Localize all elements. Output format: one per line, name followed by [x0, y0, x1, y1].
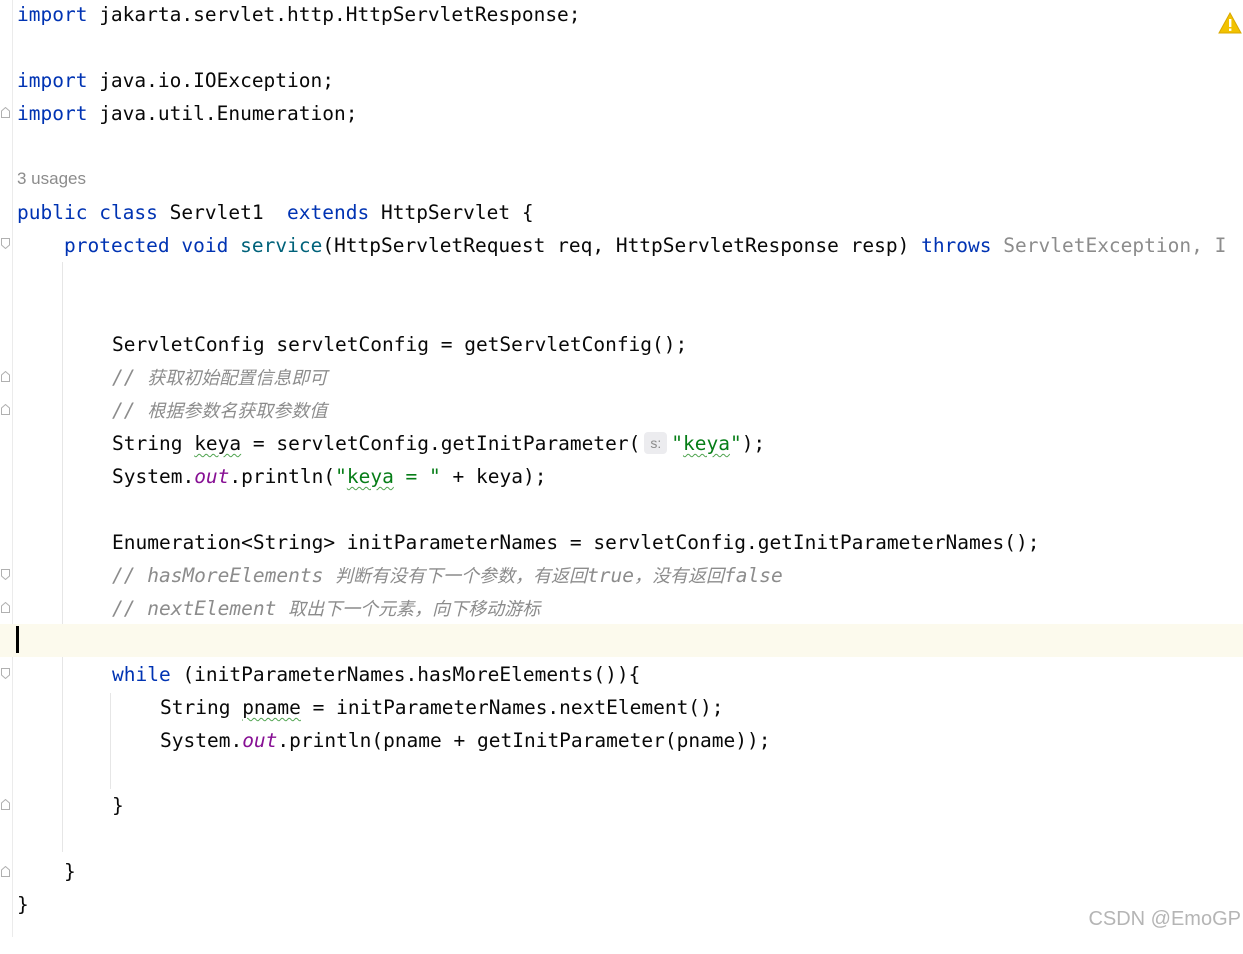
closing-brace: }	[64, 860, 76, 883]
current-line[interactable]	[0, 624, 1243, 657]
static-field: out	[242, 729, 278, 752]
code-text: System.	[160, 729, 243, 752]
code-text: = servletConfig.getInitParameter(	[241, 432, 641, 455]
comment: 获取初始配置信息即可	[147, 368, 328, 389]
code-text: + keya);	[440, 465, 547, 488]
closing-brace: }	[17, 893, 29, 916]
comment: true	[587, 564, 635, 587]
comment: //	[112, 366, 148, 389]
code-line[interactable]: }	[0, 789, 1243, 822]
code-text: String	[112, 432, 195, 455]
code-text: (HttpServletRequest req, HttpServletResp…	[322, 234, 922, 257]
keyword: throws	[921, 234, 992, 257]
code-text: (initParameterNames.hasMoreElements()){	[170, 663, 641, 686]
keyword: public	[17, 201, 88, 224]
code-line[interactable]: }	[0, 855, 1243, 888]
code-line[interactable]: import jakarta.servlet.http.HttpServletR…	[0, 0, 1243, 31]
exception-list: ServletException, I	[991, 234, 1227, 257]
code-text: HttpServlet {	[369, 201, 534, 224]
comment: 判断有没有下一个参数，有返回	[335, 566, 588, 587]
code-line[interactable]: while (initParameterNames.hasMoreElement…	[0, 658, 1243, 691]
code-line[interactable]: Enumeration<String> initParameterNames =…	[0, 526, 1243, 559]
keyword: extends	[287, 201, 370, 224]
keyword: protected	[64, 234, 170, 257]
keyword: import	[17, 3, 88, 26]
code-line[interactable]: // 获取初始配置信息即可	[0, 361, 1243, 394]
code-line[interactable]: String pname = initParameterNames.nextEl…	[0, 691, 1243, 724]
keyword: void	[181, 234, 229, 257]
text-caret	[16, 626, 19, 653]
keyword: while	[112, 663, 171, 686]
code-line[interactable]: import java.util.Enumeration;	[0, 97, 1243, 130]
keyword: import	[17, 69, 88, 92]
code-text: jakarta.servlet.http.HttpServletResponse…	[87, 3, 581, 26]
class-name: Servlet1	[157, 201, 288, 224]
comment: // nextElement	[112, 597, 289, 620]
code-line[interactable]: public class Servlet1 extends HttpServle…	[0, 196, 1243, 229]
code-text: );	[741, 432, 766, 455]
keyword: import	[17, 102, 88, 125]
string-literal: "keya"	[671, 432, 742, 455]
code-line[interactable]: System.out.println(pname + getInitParame…	[0, 724, 1243, 757]
code-line[interactable]: // hasMoreElements 判断有没有下一个参数，有返回true，没有…	[0, 559, 1243, 592]
code-text: Enumeration<String> initParameterNames =…	[112, 531, 1040, 554]
code-text: .println(pname + getInitParameter(pname)…	[277, 729, 771, 752]
code-text: java.io.IOException;	[87, 69, 334, 92]
code-line[interactable]: // 根据参数名获取参数值	[0, 394, 1243, 427]
code-line[interactable]: // nextElement 取出下一个元素，向下移动游标	[0, 592, 1243, 625]
keyword: class	[99, 201, 158, 224]
variable-name: pname	[242, 696, 301, 719]
code-text: System.	[112, 465, 195, 488]
code-line[interactable]: import java.io.IOException;	[0, 64, 1243, 97]
code-text: .println(	[229, 465, 336, 488]
parameter-hint: s:	[644, 432, 668, 454]
comment: 根据参数名获取参数值	[147, 401, 328, 422]
code-text: = initParameterNames.nextElement();	[300, 696, 724, 719]
comment: // hasMoreElements	[112, 564, 336, 587]
comment: ，没有返回	[634, 566, 725, 587]
watermark: CSDN @EmoGP	[1088, 908, 1241, 930]
code-text: String	[160, 696, 243, 719]
closing-brace: }	[112, 794, 124, 817]
code-line[interactable]: System.out.println("keya = " + keya);	[0, 460, 1243, 493]
method-name: service	[240, 234, 323, 257]
comment: false	[724, 564, 783, 587]
comment: //	[112, 399, 148, 422]
string-literal: "keya = "	[335, 465, 441, 488]
code-text: ServletConfig servletConfig = getServlet…	[112, 333, 688, 356]
variable-name: keya	[194, 432, 242, 455]
code-text: java.util.Enumeration;	[87, 102, 358, 125]
code-line[interactable]: ServletConfig servletConfig = getServlet…	[0, 328, 1243, 361]
code-line[interactable]: }	[0, 888, 1243, 921]
code-line[interactable]: protected void service(HttpServletReques…	[0, 229, 1243, 262]
comment: 取出下一个元素，向下移动游标	[288, 599, 541, 620]
usages-hint[interactable]: 3 usages	[17, 166, 86, 192]
static-field: out	[194, 465, 230, 488]
code-line[interactable]: String keya = servletConfig.getInitParam…	[0, 427, 1243, 460]
